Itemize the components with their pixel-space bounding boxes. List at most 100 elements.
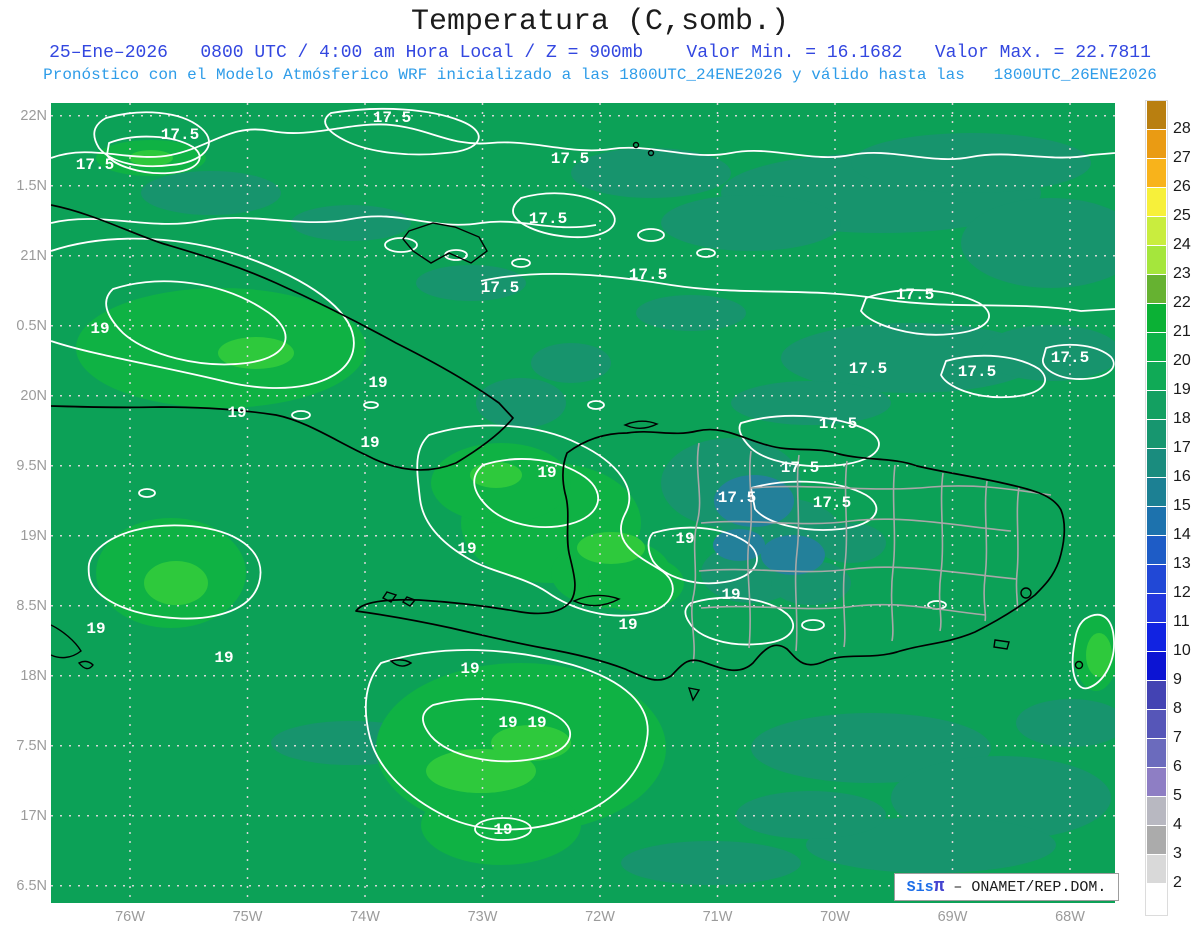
- forecast-map-page: Temperatura (C,somb.) 25–Ene–2026 0800 U…: [0, 0, 1200, 927]
- contour-label: 17.5: [161, 126, 199, 144]
- contour-label: 17.5: [813, 494, 851, 512]
- colorbar-tick-label: 17: [1173, 439, 1191, 456]
- contour-label: 19: [360, 434, 379, 452]
- colorbar-tick-label: 16: [1173, 468, 1191, 485]
- map-area: 17.5 17.5 17.5 17.5 17.5 17.5 17.5 17.5 17.5 17.5…: [51, 103, 1115, 903]
- contour-label: 17.5: [781, 459, 819, 477]
- colorbar-tick-label: 9: [1173, 671, 1182, 688]
- colorbar-tick-label: 22: [1173, 294, 1191, 311]
- contour-label: 19: [527, 714, 546, 732]
- colorbar-segment: [1147, 449, 1166, 477]
- lon-tick-label: 74W: [350, 909, 380, 925]
- colorbar-tick-label: 6: [1173, 758, 1182, 775]
- contour-label: 17.5: [958, 363, 996, 381]
- lat-tick-label: 7.5N: [16, 737, 47, 754]
- colorbar-tick-label: 8: [1173, 700, 1182, 717]
- lat-tick-label: 19N: [20, 527, 47, 544]
- lat-tick-label: 21N: [20, 247, 47, 264]
- colorbar-tick-label: 5: [1173, 787, 1182, 804]
- lat-tick-label: 22N: [20, 107, 47, 124]
- colorbar-tick-label: 2: [1173, 874, 1182, 891]
- contour-label: 17.5: [718, 489, 756, 507]
- colorbar-segment: [1147, 246, 1166, 274]
- colorbar-tick-label: 11: [1173, 613, 1190, 630]
- credit-separator: –: [944, 878, 972, 896]
- subtitle-line1: 25–Ene–2026 0800 UTC / 4:00 am Hora Loca…: [49, 43, 1151, 63]
- contour-label: 19: [86, 620, 105, 638]
- lat-tick-label: 9.5N: [16, 457, 47, 474]
- contour-label: 17.5: [629, 266, 667, 284]
- lon-tick-label: 71W: [702, 909, 733, 925]
- colorbar-tick-label: 21: [1173, 323, 1191, 340]
- colorbar-segment: [1147, 710, 1166, 738]
- colorbar-segment: [1147, 507, 1166, 535]
- lat-tick-label: 8.5N: [16, 597, 47, 614]
- contour-label: 17.5: [76, 156, 114, 174]
- contour-label: 17.5: [1051, 349, 1089, 367]
- colorbar-segment: [1147, 681, 1166, 709]
- colorbar-segment: [1147, 623, 1166, 651]
- contour-label: 19: [368, 374, 387, 392]
- colorbar-tick-label: 14: [1173, 526, 1191, 543]
- contour-label: 17.5: [849, 360, 887, 378]
- contour-label: 19: [618, 616, 637, 634]
- colorbar-segment: [1147, 420, 1166, 448]
- colorbar-tick-label: 27: [1173, 149, 1191, 166]
- page-title: Temperatura (C,somb.): [410, 5, 790, 39]
- colorbar-tick-label: 28: [1173, 120, 1191, 137]
- colorbar-segment: [1147, 333, 1166, 361]
- contour-label: 19: [90, 320, 109, 338]
- lat-tick-label: 17N: [20, 807, 47, 824]
- colorbar-segment: [1147, 159, 1166, 187]
- colorbar: [1145, 100, 1168, 916]
- contour-label: 19: [457, 540, 476, 558]
- colorbar-tick-label: 18: [1173, 410, 1191, 427]
- contour-label: 19: [460, 660, 479, 678]
- temperature-map: 17.5 17.5 17.5 17.5 17.5 17.5 17.5 17.5 17.5 17.5…: [51, 103, 1115, 903]
- colorbar-segment: [1147, 304, 1166, 332]
- colorbar-tick-label: 24: [1173, 236, 1191, 253]
- colorbar-segment: [1147, 594, 1166, 622]
- lon-tick-label: 70W: [820, 909, 850, 925]
- colorbar-segment: [1147, 101, 1166, 129]
- colorbar-segment: [1147, 565, 1166, 593]
- contour-label: 17.5: [373, 109, 411, 127]
- contour-label: 19: [214, 649, 233, 667]
- contour-label: 19: [537, 464, 556, 482]
- lat-tick-label: 6.5N: [16, 877, 47, 894]
- colorbar-segment: [1147, 478, 1166, 506]
- colorbar-tick-label: 13: [1173, 555, 1191, 572]
- contour-label: 17.5: [896, 286, 934, 304]
- lon-tick-label: 75W: [232, 909, 263, 925]
- contour-label: 19: [227, 404, 246, 422]
- colorbar-tick-label: 23: [1173, 265, 1191, 282]
- colorbar-tick-label: 3: [1173, 845, 1182, 862]
- lat-tick-label: 18N: [20, 667, 47, 684]
- lat-tick-label: 20N: [20, 387, 47, 404]
- colorbar-segment: [1147, 536, 1166, 564]
- colorbar-segment: [1147, 130, 1166, 158]
- colorbar-segment: [1147, 884, 1166, 912]
- colorbar-segment: [1147, 362, 1166, 390]
- lat-tick-label: 1.5N: [16, 177, 47, 194]
- colorbar-tick-label: 19: [1173, 381, 1191, 398]
- sispi-logo-pi-icon: π: [933, 877, 945, 897]
- colorbar-tick-label: 26: [1173, 178, 1191, 195]
- lon-tick-label: 68W: [1055, 909, 1085, 925]
- colorbar-segment: [1147, 739, 1166, 767]
- subtitle-line2: Pronóstico con el Modelo Atmósferico WRF…: [43, 66, 1157, 84]
- colorbar-segment: [1147, 391, 1166, 419]
- contour-label: 19: [675, 530, 694, 548]
- colorbar-tick-label: 10: [1173, 642, 1191, 659]
- credit-box: Sis π – ONAMET/REP.DOM.: [894, 873, 1119, 901]
- colorbar-segment: [1147, 275, 1166, 303]
- colorbar-tick-label: 15: [1173, 497, 1191, 514]
- credit-org: ONAMET/REP.DOM.: [971, 878, 1107, 896]
- lon-tick-label: 76W: [115, 909, 145, 925]
- contour-label: 19: [498, 714, 517, 732]
- lon-tick-label: 72W: [585, 909, 615, 925]
- sispi-logo-sis: Sis: [906, 878, 934, 896]
- lon-tick-label: 73W: [467, 909, 498, 925]
- colorbar-tick-label: 4: [1173, 816, 1182, 833]
- colorbar-tick-label: 12: [1173, 584, 1191, 601]
